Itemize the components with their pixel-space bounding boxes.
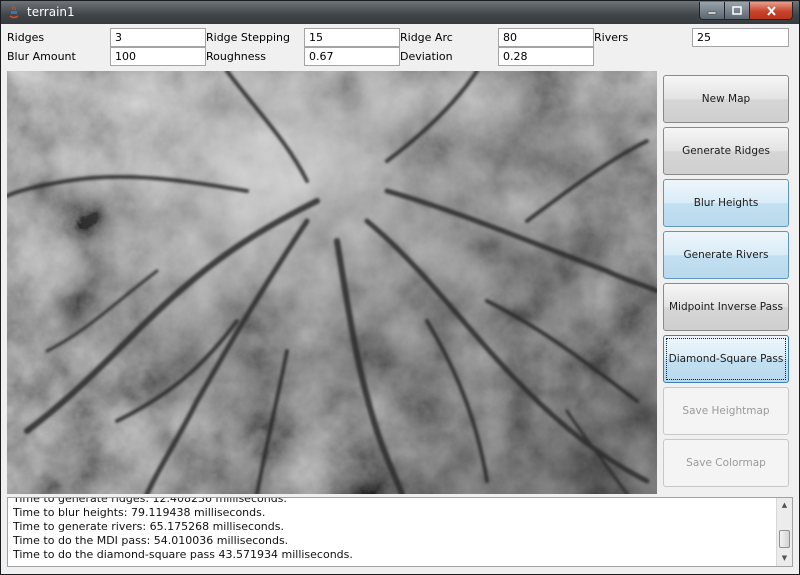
log-line: Time to do the diamond-square pass 43.57… [13,548,353,561]
log-line: Time to blur heights: 79.119438 millisec… [13,506,266,519]
close-icon [766,5,776,16]
log-line: Time to generate rivers: 65.175268 milli… [13,520,284,533]
blur-heights-button[interactable]: Blur Heights [663,179,789,227]
maximize-icon [732,6,742,15]
title-bar[interactable]: terrain1 [1,1,799,24]
save-heightmap-button[interactable]: Save Heightmap [663,387,789,435]
generate-ridges-button[interactable]: Generate Ridges [663,127,789,175]
minimize-icon [707,11,717,14]
log-output[interactable]: Time to generate ridges: 12.408236 milli… [7,497,793,567]
deviation-label: Deviation [400,50,453,63]
roughness-label: Roughness [206,50,267,63]
ridge-stepping-input[interactable] [304,28,400,47]
roughness-input[interactable] [304,47,400,66]
log-line: Time to generate ridges: 12.408236 milli… [13,497,287,505]
scroll-down-arrow-icon[interactable]: ▼ [777,551,792,566]
close-button[interactable] [750,2,793,20]
save-colormap-button[interactable]: Save Colormap [663,439,789,487]
maximize-button[interactable] [725,2,750,20]
midpoint-inverse-pass-button[interactable]: Midpoint Inverse Pass [663,283,789,331]
rivers-label: Rivers [594,31,629,44]
ridge-stepping-label: Ridge Stepping [206,31,290,44]
blur-amount-input[interactable] [110,47,206,66]
deviation-input[interactable] [498,47,594,66]
log-lines: Time to generate ridges: 12.408236 milli… [13,497,773,562]
ridges-label: Ridges [7,31,45,44]
parameter-form: Ridges Ridge Stepping Ridge Arc Rivers B… [7,28,793,68]
scroll-thumb[interactable] [779,530,790,548]
window-controls [699,2,793,20]
log-scrollbar[interactable]: ▲ ▼ [776,498,792,566]
heightmap-view[interactable] [7,71,657,494]
log-line: Time to do the MDI pass: 54.010036 milli… [13,534,289,547]
generate-rivers-button[interactable]: Generate Rivers [663,231,789,279]
terrain-window: terrain1 Ridges Ridge Stepping Ridge Arc… [0,0,800,575]
ridges-input[interactable] [110,28,206,47]
java-app-icon [9,5,19,19]
window-title: terrain1 [27,5,75,19]
ridge-arc-input[interactable] [498,28,594,47]
minimize-button[interactable] [699,2,725,20]
blur-amount-label: Blur Amount [7,50,76,63]
diamond-square-pass-button[interactable]: Diamond-Square Pass [663,335,789,383]
ridge-arc-label: Ridge Arc [400,31,453,44]
heightmap-image [7,71,657,494]
rivers-input[interactable] [692,28,789,47]
scroll-up-arrow-icon[interactable]: ▲ [777,498,792,513]
new-map-button[interactable]: New Map [663,75,789,123]
